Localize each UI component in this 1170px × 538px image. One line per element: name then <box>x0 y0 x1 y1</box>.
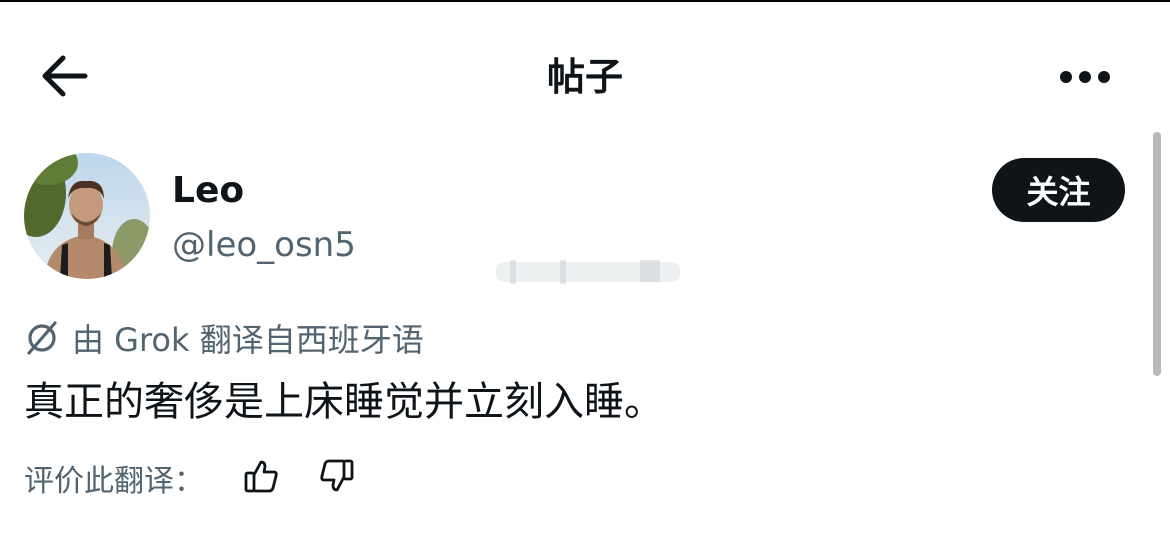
thumbs-up-icon <box>243 457 281 499</box>
more-horizontal-icon <box>1059 69 1111 88</box>
thumbs-down-icon <box>317 457 355 499</box>
translation-note: 由 Grok 翻译自西班牙语 <box>24 314 424 362</box>
author-handle[interactable]: @leo_osn5 <box>172 222 356 268</box>
grok-icon <box>24 319 62 357</box>
post-text: 真正的奢侈是上床睡觉并立刻入睡。 <box>24 379 664 425</box>
rate-translation-label: 评价此翻译： <box>24 464 204 499</box>
scrollbar[interactable] <box>1153 132 1161 376</box>
author-name[interactable]: Leo <box>172 168 244 214</box>
translation-rating: 评价此翻译： <box>24 452 358 504</box>
thumbs-up-button[interactable] <box>240 456 284 500</box>
page-title: 帖子 <box>546 55 623 99</box>
top-bar: 帖子 <box>0 2 1170 122</box>
blurred-watermark <box>490 256 686 286</box>
follow-button[interactable]: 关注 <box>992 158 1125 222</box>
translation-note-text: 由 Grok 翻译自西班牙语 <box>72 321 424 359</box>
thumbs-down-button[interactable] <box>314 456 358 500</box>
more-button[interactable] <box>1052 48 1118 108</box>
avatar[interactable] <box>24 153 150 279</box>
